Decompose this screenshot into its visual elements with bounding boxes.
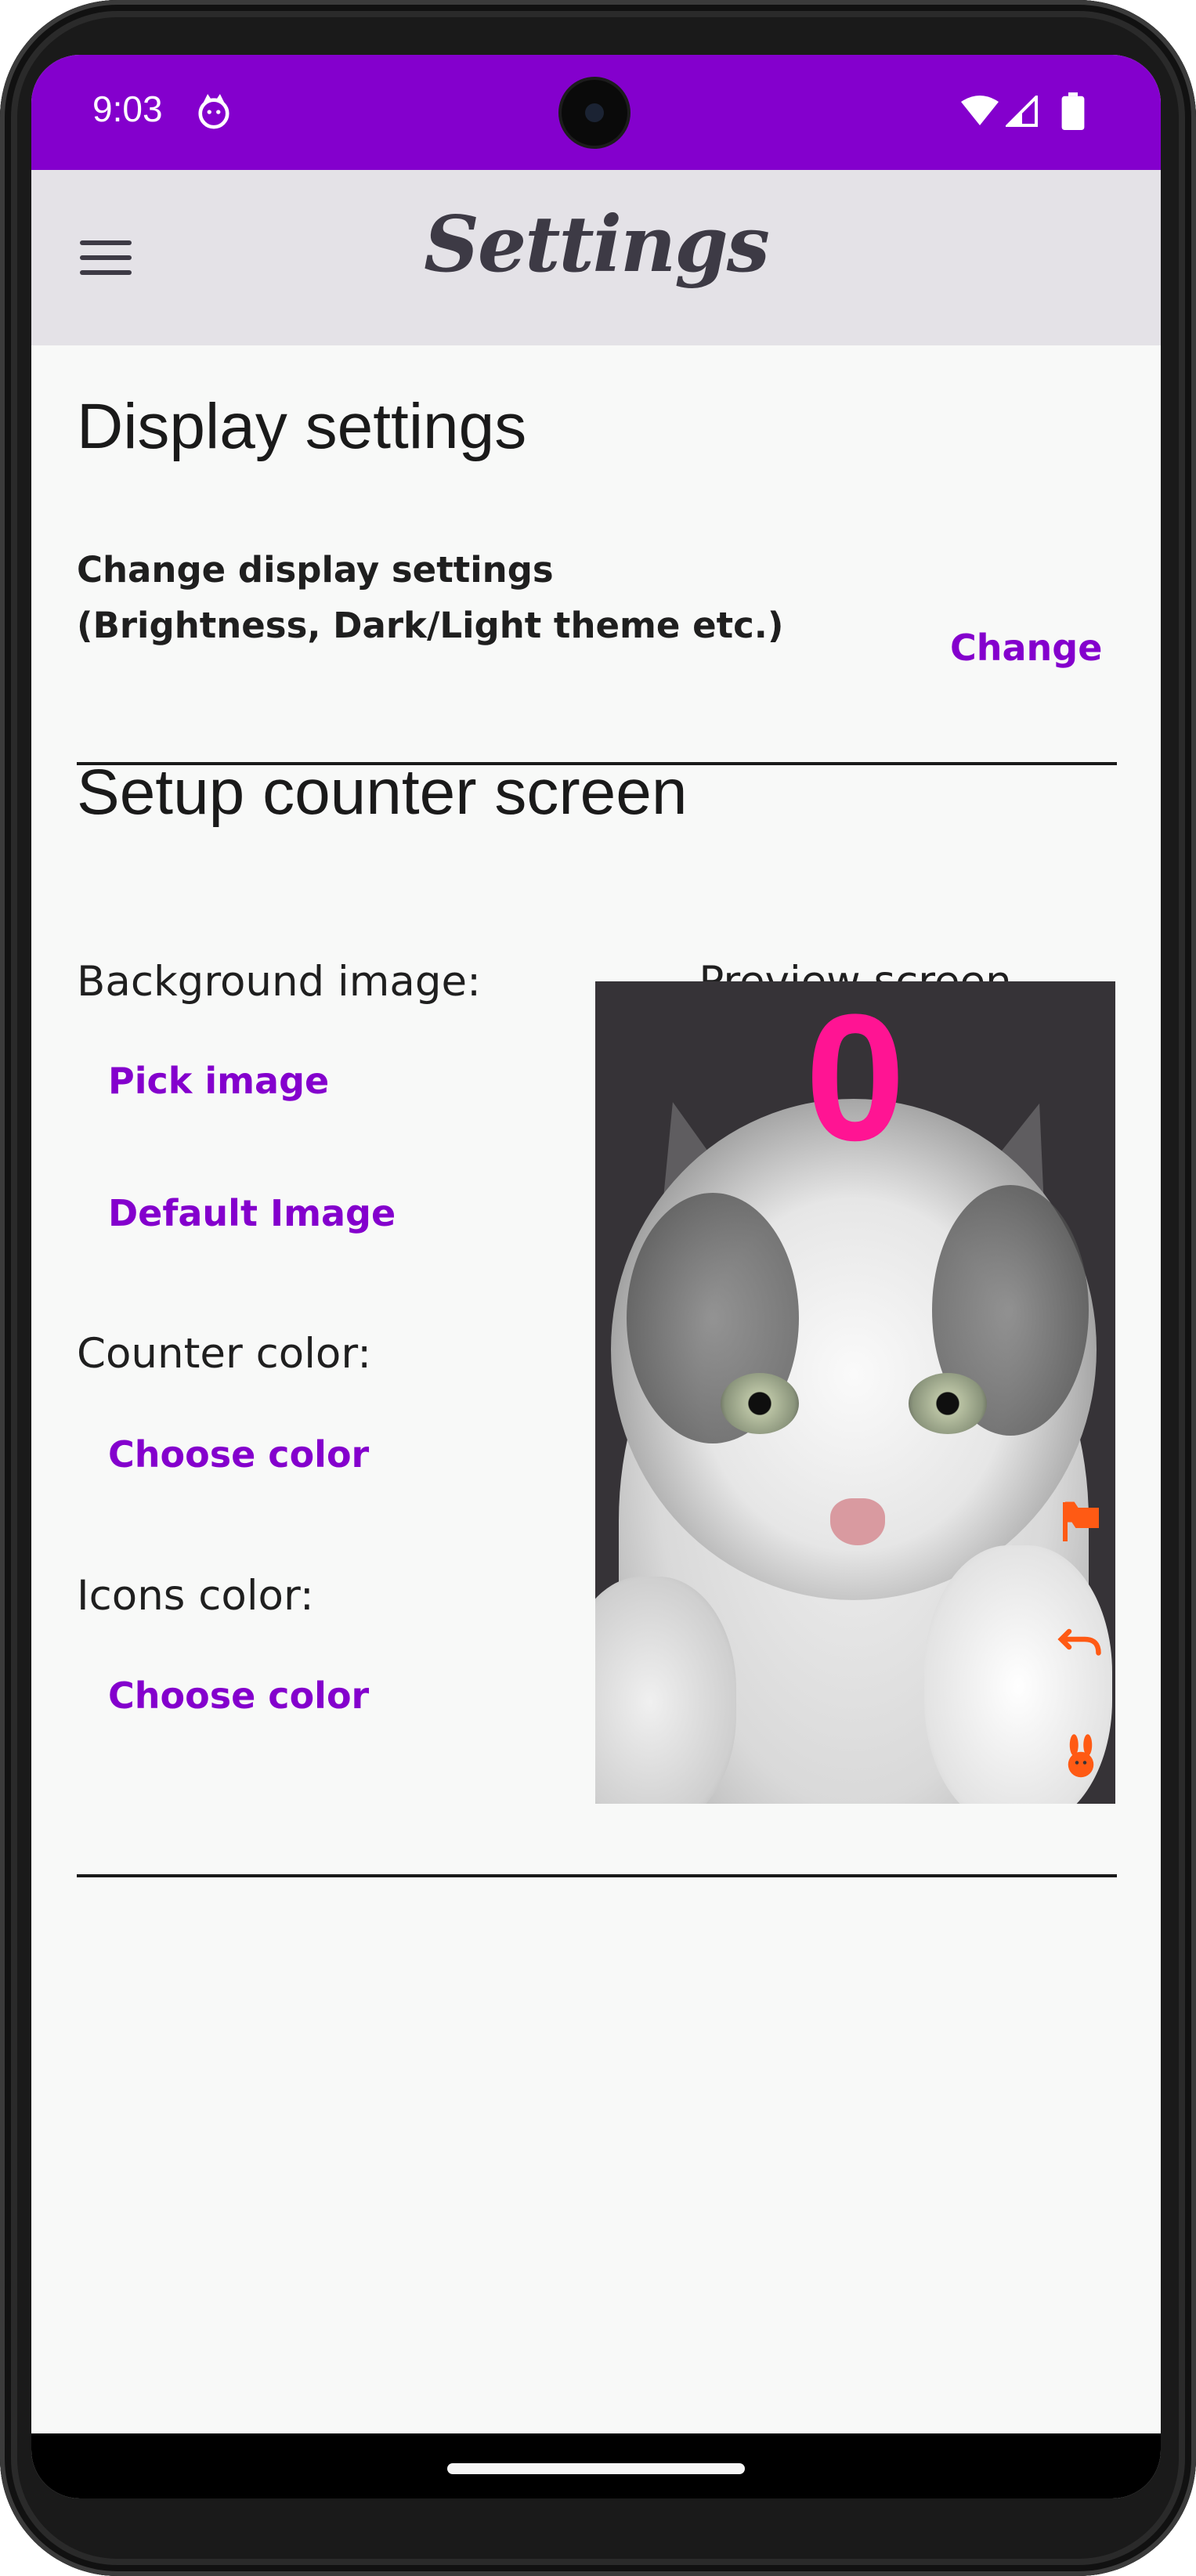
preview-screen: 0 (595, 981, 1115, 1804)
status-time: 9:03 (92, 89, 163, 129)
cat-photo-nose (830, 1498, 885, 1545)
wifi-icon (961, 96, 999, 125)
home-indicator[interactable] (447, 2463, 745, 2474)
undo-icon (1057, 1628, 1101, 1656)
counter-choose-color-button[interactable]: Choose color (108, 1433, 369, 1476)
phone-frame: 9:03 Settings Display settings Change di… (0, 0, 1196, 2576)
default-image-button[interactable]: Default Image (108, 1192, 396, 1234)
status-bar: 9:03 (31, 55, 1161, 170)
front-camera (562, 80, 627, 146)
counter-color-label: Counter color: (77, 1330, 372, 1378)
app-notification-icon (198, 94, 229, 129)
cellular-signal-icon (1006, 96, 1038, 127)
preview-counter-value: 0 (805, 981, 905, 1178)
cat-photo-eye (721, 1373, 799, 1434)
page-title: Settings (424, 200, 770, 290)
change-display-button[interactable]: Change (950, 627, 1102, 669)
display-settings-title: Display settings (77, 391, 527, 462)
pick-image-button[interactable]: Pick image (108, 1060, 329, 1102)
cat-photo-eye (909, 1373, 987, 1434)
rabbit-icon (1068, 1734, 1094, 1778)
screen: 9:03 Settings Display settings Change di… (31, 55, 1161, 2498)
flag-icon (1063, 1501, 1099, 1541)
app-bar: Settings (31, 170, 1161, 345)
battery-icon (1061, 92, 1085, 130)
display-settings-description: Change display settings (Brightness, Dar… (77, 549, 784, 646)
icons-choose-color-button[interactable]: Choose color (108, 1675, 369, 1717)
counter-screen-title: Setup counter screen (77, 757, 688, 828)
icons-color-label: Icons color: (77, 1572, 314, 1620)
background-image-label: Background image: (77, 958, 481, 1006)
divider (77, 1874, 1117, 1877)
